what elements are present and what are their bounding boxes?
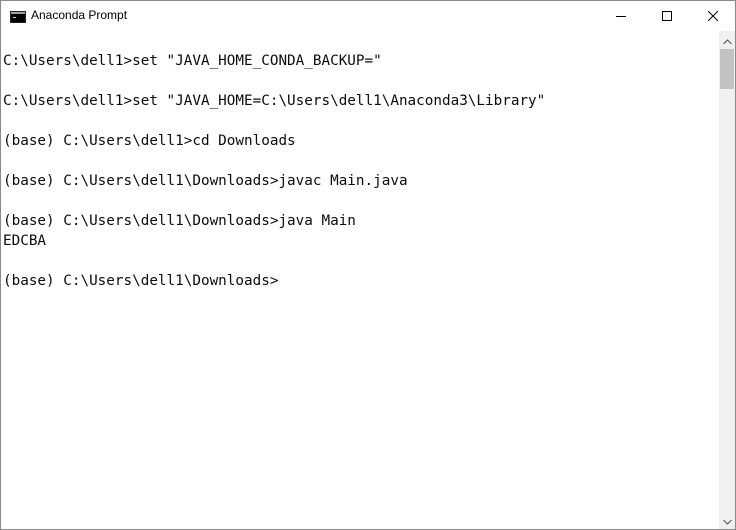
chevron-up-icon — [722, 32, 732, 50]
console-line: C:\Users\dell1>set "JAVA_HOME_CONDA_BACK… — [3, 53, 382, 69]
chevron-down-icon — [722, 512, 732, 529]
console-line: (base) C:\Users\dell1\Downloads>java Mai… — [3, 213, 356, 229]
console-line: C:\Users\dell1>set "JAVA_HOME=C:\Users\d… — [3, 93, 546, 109]
terminal-icon — [10, 10, 26, 23]
console-output[interactable]: C:\Users\dell1>set "JAVA_HOME_CONDA_BACK… — [1, 31, 719, 529]
close-button[interactable] — [690, 1, 735, 31]
vertical-scrollbar[interactable] — [719, 31, 735, 529]
minimize-button[interactable] — [598, 1, 644, 31]
console-window: Anaconda Prompt C:\Users\dell1>set "JAVA… — [0, 0, 736, 530]
maximize-icon — [662, 11, 672, 21]
console-line: (base) C:\Users\dell1>cd Downloads — [3, 133, 296, 149]
console-line: (base) C:\Users\dell1\Downloads>javac Ma… — [3, 173, 408, 189]
scrollbar-thumb[interactable] — [720, 49, 734, 89]
minimize-icon — [616, 11, 626, 21]
close-icon — [708, 11, 718, 21]
title-bar[interactable]: Anaconda Prompt — [1, 1, 735, 31]
console-prompt-line: (base) C:\Users\dell1\Downloads> — [3, 273, 279, 289]
scroll-up-button[interactable] — [719, 33, 735, 49]
window-title: Anaconda Prompt — [31, 8, 128, 22]
scroll-down-button[interactable] — [719, 513, 735, 529]
console-output-line: EDCBA — [3, 233, 47, 249]
maximize-button[interactable] — [644, 1, 690, 31]
